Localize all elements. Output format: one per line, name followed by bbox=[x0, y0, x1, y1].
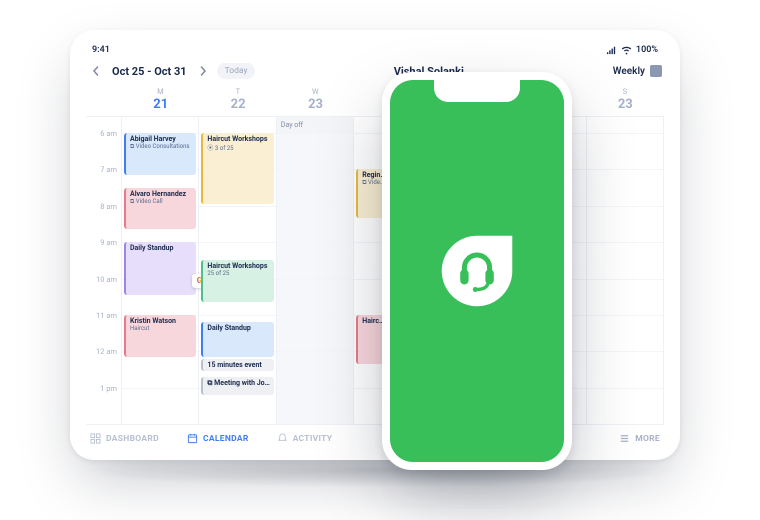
event-title: Daily Standup bbox=[130, 244, 192, 252]
day-header[interactable]: T22 bbox=[199, 87, 276, 112]
dashboard-icon bbox=[90, 433, 101, 444]
calendar-event[interactable]: 15 minutes event bbox=[201, 359, 273, 372]
event-subtitle: ⦿ 3 of 25 bbox=[207, 143, 269, 152]
event-subtitle: ⧉ Video Consultations bbox=[130, 143, 192, 151]
view-label: Weekly bbox=[613, 66, 645, 77]
calendar-event[interactable]: Daily Standup bbox=[201, 322, 273, 356]
event-title: Abigail Harvey bbox=[130, 135, 192, 143]
status-bar: 9:41 100% bbox=[86, 44, 664, 59]
phone-frame bbox=[382, 72, 572, 470]
calendar-event[interactable]: Alvaro Hernandez⧉ Video Call bbox=[124, 188, 196, 230]
event-title: Daily Standup bbox=[207, 324, 269, 332]
day-column-tue[interactable]: G Haircut Workshops⦿ 3 of 25Haircut Work… bbox=[199, 117, 276, 424]
day-header[interactable]: M21 bbox=[122, 87, 199, 112]
status-right: 100% bbox=[606, 44, 658, 55]
prev-week-button[interactable] bbox=[88, 63, 104, 79]
allday-event[interactable]: Day off bbox=[277, 117, 353, 133]
calendar-event[interactable]: Haircut Workshops⦿ 3 of 25 bbox=[201, 133, 273, 204]
event-title: Kristin Watson bbox=[130, 317, 192, 325]
date-range[interactable]: Oct 25 - Oct 31 bbox=[112, 65, 187, 78]
view-selector[interactable]: Weekly bbox=[613, 65, 662, 77]
phone-notch bbox=[434, 80, 520, 102]
nav-more[interactable]: MORE bbox=[619, 433, 660, 444]
phone-screen bbox=[390, 80, 564, 462]
day-header-row: M21 T22 W23 T23 F23 S23 S23 bbox=[86, 87, 664, 117]
time-label: 10 am bbox=[86, 275, 121, 311]
calendar-event[interactable]: Kristin WatsonHaircut bbox=[124, 315, 196, 357]
app-logo bbox=[435, 229, 519, 313]
time-label: 12 am bbox=[86, 347, 121, 383]
tablet-frame: 9:41 100% Oct 25 - Oct 31 Today Vishal S… bbox=[70, 30, 680, 460]
today-button[interactable]: Today bbox=[217, 63, 256, 79]
time-label: 11 am bbox=[86, 311, 121, 347]
nav-calendar[interactable]: CALENDAR bbox=[187, 433, 249, 444]
menu-icon bbox=[619, 433, 630, 444]
headset-leaf-icon bbox=[435, 229, 519, 313]
bell-icon bbox=[277, 433, 288, 444]
event-title: ⧉ Meeting with Jo… bbox=[207, 379, 269, 388]
chevron-left-icon bbox=[91, 66, 101, 76]
day-header[interactable]: W23 bbox=[277, 87, 354, 112]
event-subtitle: Haircut bbox=[130, 325, 192, 332]
calendar-grid: 6 am 7 am 8 am 9 am 10 am 11 am 12 am 1 … bbox=[86, 117, 664, 424]
event-title: Haircut Workshops bbox=[207, 135, 269, 143]
nav-activity[interactable]: ACTIVITY bbox=[277, 433, 333, 444]
event-title: 15 minutes event bbox=[207, 361, 269, 369]
time-label: 7 am bbox=[86, 165, 121, 201]
calendar-event[interactable]: Daily Standup bbox=[124, 242, 196, 295]
wifi-icon bbox=[621, 44, 632, 55]
time-label: 8 am bbox=[86, 202, 121, 238]
event-title: Alvaro Hernandez bbox=[130, 190, 192, 198]
nav-dashboard[interactable]: DASHBOARD bbox=[90, 433, 159, 444]
event-subtitle: ⧉ Video Call bbox=[130, 198, 192, 206]
status-battery: 100% bbox=[636, 45, 658, 55]
status-time: 9:41 bbox=[92, 45, 110, 55]
day-column-wed[interactable]: Day off bbox=[277, 117, 354, 424]
time-label: 6 am bbox=[86, 129, 121, 165]
calendar-event[interactable]: Haircut Workshops25 of 25 bbox=[201, 260, 273, 302]
calendar-event[interactable]: Abigail Harvey⧉ Video Consultations bbox=[124, 133, 196, 175]
calendar-event[interactable]: ⧉ Meeting with Jo… bbox=[201, 377, 273, 395]
calendar-icon bbox=[187, 433, 198, 444]
calendar-header: Oct 25 - Oct 31 Today Vishal Solanki ⌄ W… bbox=[86, 59, 664, 87]
bottom-nav: DASHBOARD CALENDAR ACTIVITY MORE bbox=[86, 424, 664, 446]
event-subtitle: 25 of 25 bbox=[207, 270, 269, 277]
chevron-right-icon bbox=[198, 66, 208, 76]
next-week-button[interactable] bbox=[195, 63, 211, 79]
day-header[interactable]: S23 bbox=[587, 87, 664, 112]
grid-icon bbox=[650, 65, 662, 77]
day-column-sun[interactable] bbox=[587, 117, 664, 424]
event-title: Haircut Workshops bbox=[207, 262, 269, 270]
time-label: 9 am bbox=[86, 238, 121, 274]
time-column: 6 am 7 am 8 am 9 am 10 am 11 am 12 am 1 … bbox=[86, 117, 122, 424]
time-label: 1 pm bbox=[86, 384, 121, 420]
day-column-mon[interactable]: Abigail Harvey⧉ Video Consultations Alvar… bbox=[122, 117, 199, 424]
signal-icon bbox=[606, 44, 617, 55]
